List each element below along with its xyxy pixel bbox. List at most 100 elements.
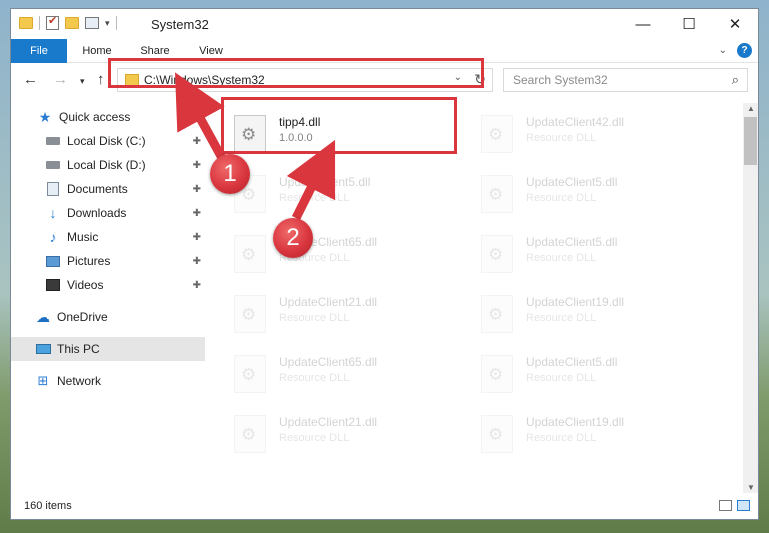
sidebar-item-quick-access[interactable]: ★ Quick access (11, 105, 205, 129)
pin-icon[interactable]: ✚ (193, 136, 201, 147)
toolbar-divider (39, 16, 40, 30)
file-item[interactable]: ⚙ UpdateClient5.dll Resource DLL (478, 169, 718, 219)
file-item[interactable]: ⚙ UpdateClient65.dll Resource DLL (231, 349, 471, 399)
sidebar-item-downloads[interactable]: ↓ Downloads ✚ (11, 201, 205, 225)
file-description: Resource DLL (279, 432, 350, 444)
tab-file[interactable]: File (11, 39, 67, 63)
sidebar-item-videos[interactable]: Videos ✚ (11, 273, 205, 297)
file-name: UpdateClient19.dll (526, 295, 625, 309)
dll-file-icon: ⚙ (234, 235, 266, 273)
toolbar-divider (115, 16, 117, 30)
sidebar-item-label: Downloads (67, 206, 127, 220)
item-count: 160 items (24, 500, 72, 512)
file-item[interactable]: ⚙ UpdateClient19.dll Resource DLL (478, 289, 718, 339)
cloud-icon: ☁ (36, 308, 50, 325)
file-description: Resource DLL (526, 312, 597, 324)
star-icon: ★ (38, 108, 52, 125)
step-badge-2: 2 (273, 218, 313, 258)
sidebar-item-onedrive[interactable]: ☁ OneDrive (11, 305, 205, 329)
music-icon: ♪ (49, 229, 57, 245)
dll-file-icon: ⚙ (234, 415, 266, 453)
recent-locations-icon[interactable]: ▾ (80, 76, 85, 87)
pin-icon[interactable]: ✚ (193, 208, 201, 219)
dll-file-icon: ⚙ (481, 115, 513, 153)
file-description: Resource DLL (526, 192, 597, 204)
file-name: UpdateClient19.dll (526, 415, 625, 429)
pictures-icon (45, 253, 61, 269)
new-folder-icon[interactable] (65, 17, 79, 29)
file-item[interactable]: ⚙ UpdateClient19.dll Resource DLL (478, 409, 718, 459)
title-bar: ▾ System32 — ☐ ✕ (11, 9, 758, 39)
forward-arrow-icon[interactable]: → (53, 71, 68, 88)
up-arrow-icon[interactable]: ↑ (97, 71, 105, 88)
file-item[interactable]: ⚙ UpdateClient5.dll Resource DLL (478, 349, 718, 399)
minimize-button[interactable]: — (620, 9, 666, 39)
sidebar-item-label: This PC (57, 342, 100, 356)
file-name: UpdateClient42.dll (526, 115, 625, 129)
sidebar-item-label: Music (67, 230, 99, 244)
scroll-up-icon[interactable]: ▲ (747, 104, 755, 113)
window-controls: — ☐ ✕ (620, 9, 758, 39)
sidebar-item-network[interactable]: ⊞ Network (11, 369, 205, 393)
pin-icon[interactable]: ✚ (193, 280, 201, 291)
sidebar-item-this-pc[interactable]: This PC (11, 337, 205, 361)
sidebar-item-documents[interactable]: Documents ✚ (11, 177, 205, 201)
file-name: UpdateClient5.dll (526, 355, 618, 369)
dll-file-icon: ⚙ (234, 295, 266, 333)
scroll-thumb[interactable] (744, 117, 757, 165)
dll-file-icon: ⚙ (481, 295, 513, 333)
file-name: UpdateClient21.dll (279, 295, 378, 309)
back-arrow-icon[interactable]: ← (23, 71, 38, 88)
address-highlight-box (108, 58, 484, 88)
computer-icon (35, 341, 51, 357)
sidebar-item-label: OneDrive (57, 310, 108, 324)
dll-file-icon: ⚙ (481, 235, 513, 273)
videos-icon (45, 277, 61, 293)
file-description: Resource DLL (279, 192, 350, 204)
properties-icon[interactable] (85, 17, 99, 29)
file-description: Resource DLL (279, 312, 350, 324)
close-button[interactable]: ✕ (712, 9, 758, 39)
pin-icon[interactable]: ✚ (193, 256, 201, 267)
search-input[interactable]: Search System32 ⌕ (503, 68, 748, 92)
file-name: UpdateClient5.dll (526, 235, 618, 249)
pin-icon[interactable]: ✚ (193, 160, 201, 171)
sidebar-item-label: Pictures (67, 254, 111, 268)
vertical-scrollbar[interactable]: ▲ ▼ (743, 103, 758, 493)
file-item[interactable]: ⚙ UpdateClient42.dll Resource DLL (478, 109, 718, 159)
dll-file-icon: ⚙ (481, 175, 513, 213)
navigation-pane: ★ Quick access Local Disk (C:) ✚ Local D… (11, 103, 207, 493)
pin-icon[interactable]: ✚ (193, 184, 201, 195)
sidebar-item-label: Videos (67, 278, 104, 292)
sidebar-item-label: Quick access (59, 110, 131, 124)
customize-toolbar-icon[interactable]: ▾ (105, 18, 110, 29)
download-icon: ↓ (49, 205, 57, 221)
quick-access-toolbar: ▾ (19, 14, 117, 30)
expand-ribbon-icon[interactable]: ⌄ (719, 45, 727, 56)
file-item[interactable]: ⚙ UpdateClient5.dll Resource DLL (231, 169, 471, 219)
sidebar-item-pictures[interactable]: Pictures ✚ (11, 249, 205, 273)
file-item[interactable]: ⚙ UpdateClient5.dll Resource DLL (478, 229, 718, 279)
large-icons-view-icon[interactable] (737, 500, 750, 511)
file-item[interactable]: ⚙ UpdateClient21.dll Resource DLL (231, 409, 471, 459)
search-icon[interactable]: ⌕ (732, 72, 739, 88)
step-badge-1: 1 (210, 154, 250, 194)
file-name: UpdateClient5.dll (279, 175, 371, 189)
maximize-button[interactable]: ☐ (666, 9, 712, 39)
dll-file-icon: ⚙ (481, 415, 513, 453)
sidebar-item-local-disk-d[interactable]: Local Disk (D:) ✚ (11, 153, 205, 177)
scroll-down-icon[interactable]: ▼ (747, 483, 755, 492)
drive-icon (45, 133, 61, 149)
details-view-icon[interactable] (719, 500, 732, 511)
network-icon: ⊞ (37, 373, 49, 388)
pin-icon[interactable]: ✚ (193, 232, 201, 243)
file-item[interactable]: ⚙ UpdateClient65.dll Resource DLL (231, 229, 471, 279)
file-name: UpdateClient5.dll (526, 175, 618, 189)
sidebar-item-local-disk-c[interactable]: Local Disk (C:) ✚ (11, 129, 205, 153)
help-icon[interactable]: ? (737, 43, 752, 58)
file-item[interactable]: ⚙ UpdateClient21.dll Resource DLL (231, 289, 471, 339)
sidebar-item-music[interactable]: ♪ Music ✚ (11, 225, 205, 249)
folder-icon[interactable] (19, 17, 33, 29)
properties-check-icon[interactable] (46, 14, 59, 30)
window-title: System32 (151, 17, 209, 32)
